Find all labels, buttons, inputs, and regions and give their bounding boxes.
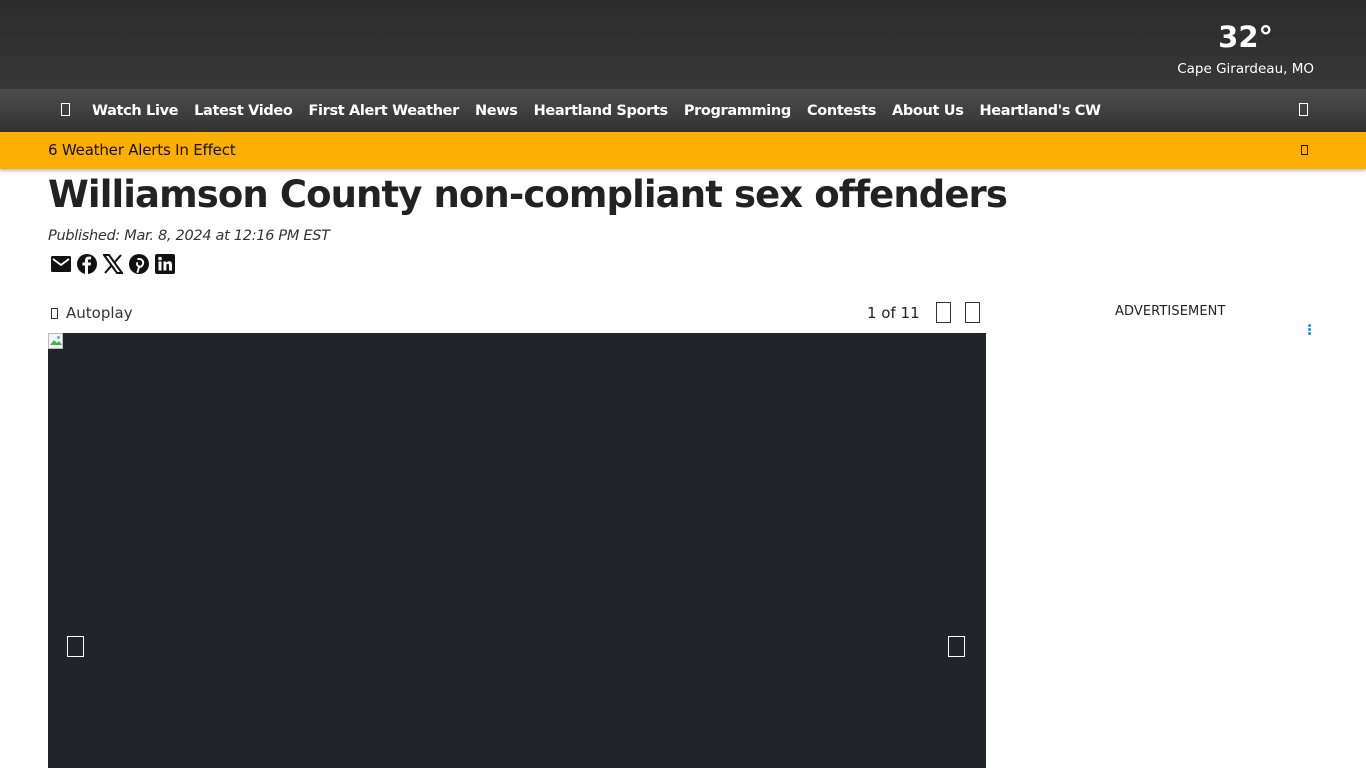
nav-item-about-us[interactable]: About Us [884, 103, 971, 119]
nav-item-first-alert-weather[interactable]: First Alert Weather [300, 103, 466, 119]
gallery-controls: Autoplay 1 of 11 [48, 300, 986, 328]
email-icon[interactable] [50, 253, 72, 275]
site-header: 32° Cape Girardeau, MO [0, 0, 1366, 89]
autoplay-label: Autoplay [66, 304, 133, 322]
weather-widget[interactable]: 32° Cape Girardeau, MO [1177, 18, 1314, 82]
share-bar [50, 253, 176, 275]
weather-location: Cape Girardeau, MO [1177, 61, 1314, 77]
article-headline: Williamson County non-compliant sex offe… [48, 173, 1008, 216]
x-icon[interactable] [102, 253, 124, 275]
facebook-icon[interactable] [76, 253, 98, 275]
nav-item-programming[interactable]: Programming [676, 103, 799, 119]
nav-items: Watch Live Latest Video First Alert Weat… [84, 89, 1109, 132]
nav-item-news[interactable]: News [467, 103, 526, 119]
ad-options-icon[interactable] [1305, 324, 1313, 338]
gallery-counter: 1 of 11 [867, 304, 920, 322]
temperature: 32° [1218, 20, 1274, 54]
grid-view-icon[interactable] [936, 302, 954, 324]
gallery-image-frame[interactable] [48, 333, 986, 768]
autoplay-toggle[interactable]: Autoplay [48, 304, 133, 322]
fullscreen-icon[interactable] [965, 302, 983, 324]
previous-slide-icon[interactable] [67, 636, 85, 658]
published-date: Published: Mar. 8, 2024 at 12:16 PM EST [48, 228, 330, 244]
chevron-down-icon[interactable] [1299, 142, 1311, 158]
next-slide-icon[interactable] [948, 636, 966, 658]
advertisement-label: ADVERTISEMENT [1115, 304, 1226, 319]
nav-item-heartland-sports[interactable]: Heartland Sports [526, 103, 676, 119]
nav-item-watch-live[interactable]: Watch Live [84, 103, 186, 119]
search-icon[interactable] [1296, 100, 1312, 120]
pinterest-icon[interactable] [128, 253, 150, 275]
linkedin-icon[interactable] [154, 253, 176, 275]
main-nav: Watch Live Latest Video First Alert Weat… [0, 89, 1366, 132]
play-icon [51, 307, 58, 319]
weather-alert-bar[interactable]: 6 Weather Alerts In Effect [0, 132, 1366, 169]
nav-item-contests[interactable]: Contests [799, 103, 884, 119]
broken-image-icon [48, 333, 63, 349]
nav-item-heartlands-cw[interactable]: Heartland's CW [972, 103, 1109, 119]
hamburger-icon[interactable] [58, 100, 74, 120]
weather-alert-text[interactable]: 6 Weather Alerts In Effect [48, 141, 236, 159]
nav-item-latest-video[interactable]: Latest Video [186, 103, 300, 119]
